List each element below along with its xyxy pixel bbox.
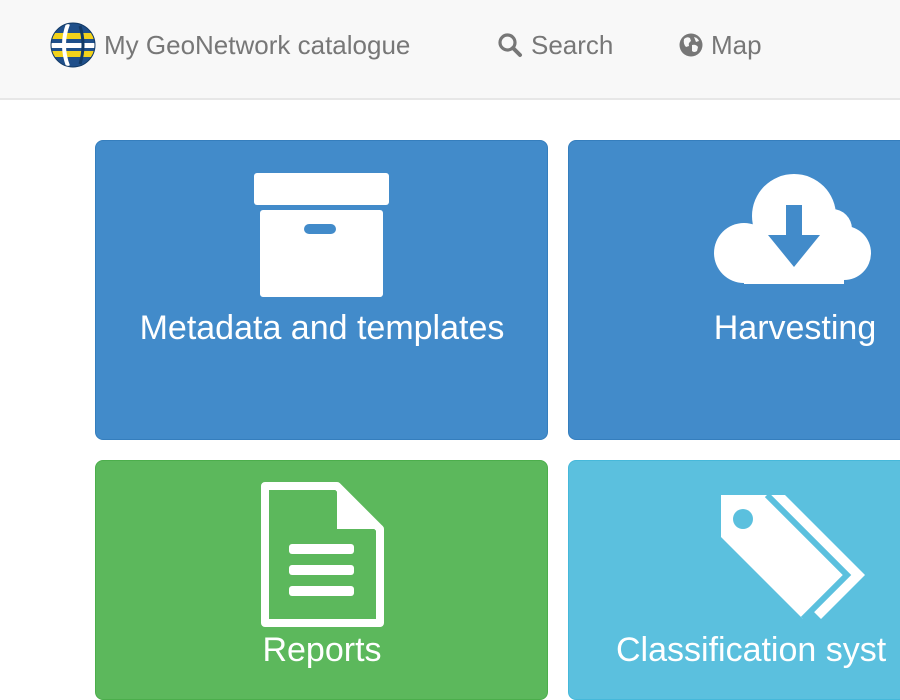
globe-icon bbox=[679, 33, 703, 57]
document-icon bbox=[261, 482, 384, 627]
tile-label: Reports bbox=[262, 631, 382, 669]
geonetwork-globe-logo-icon bbox=[50, 22, 96, 68]
cloud-download-icon bbox=[714, 174, 871, 284]
tile-reports[interactable]: Reports bbox=[95, 460, 548, 700]
top-navbar: My GeoNetwork catalogue Search Map bbox=[0, 0, 900, 100]
nav-map-label: Map bbox=[711, 29, 762, 60]
tile-label: Classification syst bbox=[616, 631, 887, 669]
brand-title: My GeoNetwork catalogue bbox=[104, 29, 411, 60]
brand-home-link[interactable]: My GeoNetwork catalogue bbox=[50, 22, 410, 68]
tile-label: Harvesting bbox=[713, 309, 877, 347]
tile-harvesting[interactable]: Harvesting bbox=[568, 140, 900, 440]
tile-classification-systems[interactable]: Classification syst bbox=[568, 460, 900, 700]
tile-metadata-and-templates[interactable]: Metadata and templates bbox=[95, 140, 548, 440]
nav-map-link[interactable]: Map bbox=[679, 22, 762, 68]
nav-search-label: Search bbox=[531, 29, 614, 60]
tile-label: Metadata and templates bbox=[139, 309, 505, 347]
archive-box-icon bbox=[254, 173, 389, 297]
search-icon bbox=[498, 33, 522, 57]
nav-search-link[interactable]: Search bbox=[497, 22, 613, 68]
tags-icon bbox=[721, 492, 865, 619]
